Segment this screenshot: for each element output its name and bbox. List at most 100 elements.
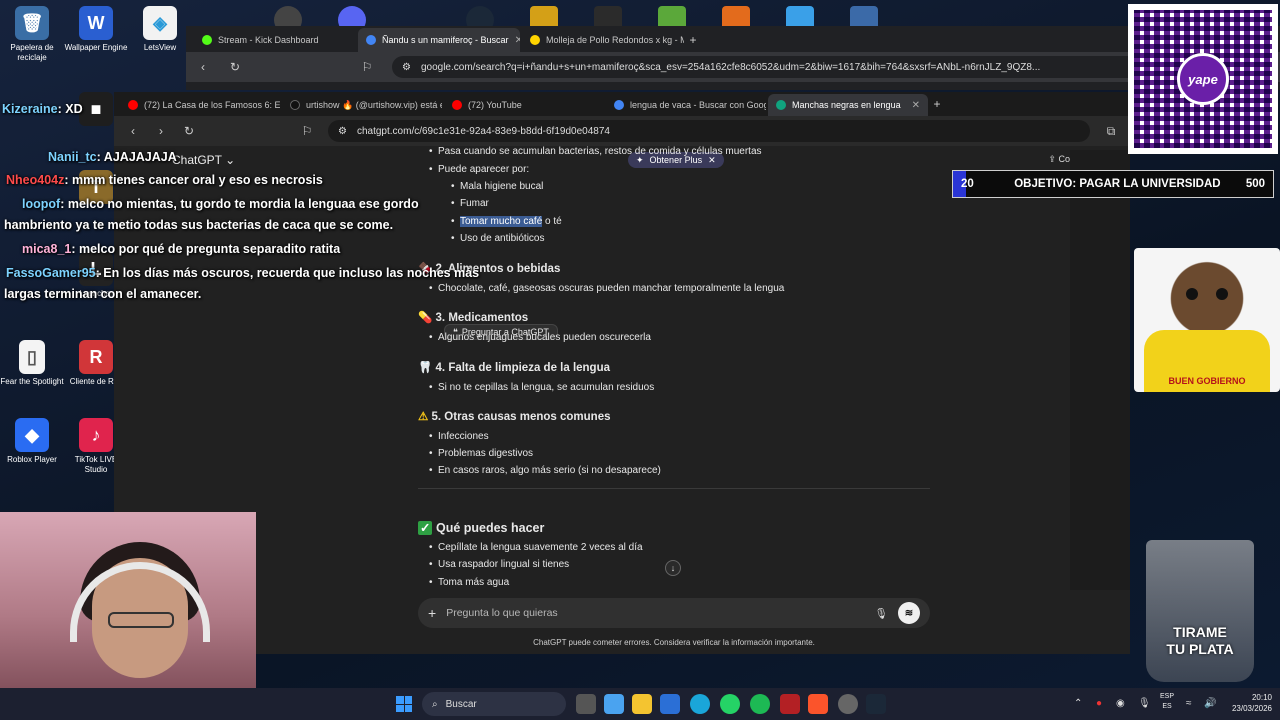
recycle-bin-icon: 🗑 [15,6,49,40]
front-tab-urtishow[interactable]: urtishow 🔥 (@urtishow.vip) está en [282,94,442,116]
forward-arrow-icon[interactable]: › [154,124,168,138]
reload-icon[interactable]: ↻ [228,60,242,74]
chat-message: Nanii_tc: AJAJAJAJA [48,146,177,168]
brave-icon[interactable] [808,694,828,714]
front-tabbar: (72) La Casa de los Famosos 6: El urtish… [114,92,1130,116]
list-item: Problemas digestivos [429,448,533,459]
file-explorer-icon[interactable] [632,694,652,714]
obs-taskbar-icon[interactable] [838,694,858,714]
tray-mic-icon[interactable]: 🎙 [1138,698,1151,709]
section-heading: ✓ Qué puedes hacer [418,520,544,535]
site-info-icon[interactable]: ⚙ [338,126,347,137]
new-tab-icon[interactable]: + [686,33,700,47]
list-item-highlighted: Tomar mucho café o té [451,216,562,227]
tray-network-icon[interactable]: ◉ [1116,698,1125,709]
section-heading: 💊 3. Medicamentos [418,310,528,324]
tooth-icon: 🦷 [418,362,433,374]
chat-message-continued: largas terminan con el amanecer. [4,283,201,305]
front-url: chatgpt.com/c/69c1e31e-92a4-83e9-b8dd-6f… [356,125,610,137]
tray-chevron-icon[interactable]: ⌃ [1074,698,1082,709]
list-item: Puede aparecer por: [429,164,529,175]
front-tab-youtube[interactable]: (72) YouTube [444,94,604,116]
chatgpt-model-selector[interactable]: ChatGPT ⌄ [172,153,235,167]
front-address-bar[interactable]: ⚙ chatgpt.com/c/69c1e31e-92a4-83e9-b8dd-… [328,120,1090,142]
front-tab-lengua-vaca[interactable]: lengua de vaca - Buscar con Google [606,94,766,116]
heading-text: 3. Medicamentos [435,312,529,324]
tray-wifi-icon[interactable]: ≈ [1186,698,1192,709]
desktop-icon-label: Fear the Spotlight [0,377,64,386]
warning-icon: ⚠ [418,411,429,423]
back-arrow-icon[interactable]: ‹ [196,60,210,74]
language-code: ESP [1160,693,1175,700]
close-tab-icon[interactable]: ✕ [912,100,920,111]
windows-start-icon[interactable] [396,696,412,712]
new-tab-icon[interactable]: + [930,97,944,111]
back-tabbar: Stream - Kick Dashboard Ñandu s un mamif… [186,26,1280,52]
whatsapp-icon[interactable] [720,694,740,714]
scroll-down-button[interactable]: ↓ [665,560,681,576]
tab-label: Ñandu s un mamiferoç - Buscar [382,35,509,45]
tray-volume-icon[interactable]: 🔊 [1204,698,1216,709]
heading-text: 5. Otras causas menos comunes [431,411,611,423]
dog-image: BUEN GOBIERNO [1134,248,1280,392]
goal-total: 500 [1245,178,1265,190]
back-tab-molleja[interactable]: Molleja de Pollo Redondos x kg - Me [522,28,684,52]
desktop-icon-letsview[interactable]: ◈ LetsView [128,6,192,53]
desktop-icon-fear-the-spotlight[interactable]: ▯ Fear the Spotlight [0,340,64,387]
close-tab-icon[interactable]: ✕ [515,35,520,46]
tray-clock[interactable]: 20:10 23/03/2026 [1232,692,1272,714]
spotify-icon[interactable] [750,694,770,714]
copilot-icon[interactable] [604,694,624,714]
bookmark-icon[interactable]: ⚐ [300,124,314,138]
list-item: Algunos enjuagues bucales pueden oscurec… [429,332,651,343]
desktop-icon-label: LetsView [143,43,177,52]
back-tab-google-search[interactable]: Ñandu s un mamiferoç - Buscar ✕ [358,28,520,52]
reload-icon[interactable]: ↻ [182,124,196,138]
task-view-icon[interactable] [576,694,596,714]
heading-text: 4. Falta de limpieza de la lengua [435,362,611,374]
edge-icon[interactable] [690,694,710,714]
tray-language[interactable]: ESP ES [1160,692,1174,712]
yape-qr-code: yape [1128,4,1278,154]
steam-taskbar-icon[interactable] [866,694,886,714]
file-icon: ▯ [19,340,45,374]
bookmark-icon[interactable]: ⚐ [360,60,374,74]
desktop-icon-wallpaper-engine[interactable]: W Wallpaper Engine [64,6,128,53]
tab-label: (72) YouTube [468,100,522,110]
list-item: En casos raros, algo más serio (si no de… [429,465,661,476]
search-icon: ⌕ [432,698,438,710]
waveform-icon: ≋ [904,607,914,619]
tip-cup-line-2: TU PLATA [1166,641,1234,657]
prompt-input[interactable]: Pregunta lo que quieras [446,607,558,619]
chat-username: mica8_1 [22,242,72,256]
back-arrow-icon[interactable]: ‹ [126,124,140,138]
tab-label: lengua de vaca - Buscar con Google [630,100,766,110]
desktop-icon-recycle-bin[interactable]: 🗑 Papelera de reciclaje [0,6,64,63]
back-tab-kick[interactable]: Stream - Kick Dashboard [194,28,356,52]
chat-username: loopof [22,197,61,211]
tab-label: Manchas negras en lengua [792,100,901,110]
front-tab-casa-famosos[interactable]: (72) La Casa de los Famosos 6: El [120,94,280,116]
store-icon[interactable] [660,694,680,714]
site-info-icon[interactable]: ⚙ [402,62,411,73]
tray-app-icon[interactable]: ● [1096,698,1102,709]
plus-icon[interactable]: + [428,605,436,621]
app-icon-red[interactable] [780,694,800,714]
dog-shirt-text: BUEN GOBIERNO [1168,376,1246,386]
voice-mode-button[interactable]: ≋ [898,602,920,624]
chat-text: : En los días más oscuros, recuerda que … [95,266,480,280]
extensions-icon[interactable]: ⧉ [1104,124,1118,139]
chat-text: hambriento ya te metio todas sus bacteri… [4,218,394,232]
dog-eye [1216,288,1228,300]
desktop-icon-label: Roblox Player [7,455,57,464]
desktop-icon-roblox-player[interactable]: ◆ Roblox Player [0,418,64,465]
microphone-icon[interactable]: 🎙 [875,607,888,620]
clock-date: 23/03/2026 [1231,704,1272,713]
taskbar-search[interactable]: ⌕ Buscar [422,692,566,716]
dog-eye [1186,288,1198,300]
list-item: Si no te cepillas la lengua, se acumulan… [429,382,654,393]
chat-text: : AJAJAJAJA [96,150,177,164]
back-browser-window: Stream - Kick Dashboard Ñandu s un mamif… [186,26,1280,90]
front-tab-manchas[interactable]: Manchas negras en lengua ✕ [768,94,928,116]
chat-message: Nheo404z: mmm tienes cancer oral y eso e… [6,169,323,191]
